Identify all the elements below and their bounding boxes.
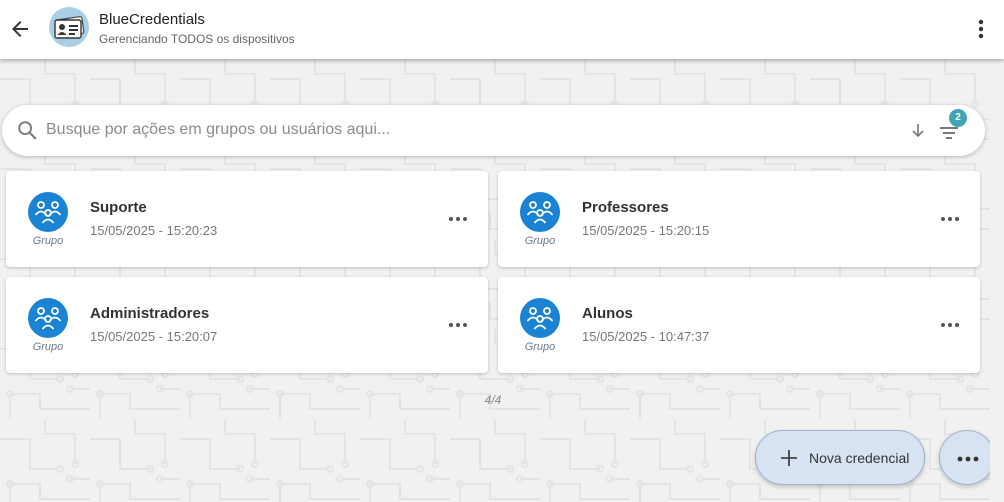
overflow-menu-button[interactable]	[970, 16, 992, 42]
group-type-label: Grupo	[32, 341, 64, 353]
scrollbar[interactable]	[990, 59, 1004, 502]
arrow-down-icon[interactable]	[908, 121, 928, 141]
group-date: 15/05/2025 - 15:20:15	[582, 223, 710, 238]
group-avatar	[520, 298, 560, 338]
app-bar: BlueCredentials Gerenciando TODOS os dis…	[0, 0, 1004, 59]
group-card[interactable]: Grupo Suporte 15/05/2025 - 15:20:23	[6, 171, 488, 267]
group-avatar	[520, 192, 560, 232]
more-horiz-icon[interactable]	[938, 317, 962, 333]
group-date: 15/05/2025 - 10:47:37	[582, 329, 710, 344]
group-type-label: Grupo	[524, 341, 556, 353]
more-vert-icon	[978, 19, 984, 39]
group-name: Suporte	[90, 199, 147, 216]
new-credential-label: Nova credencial	[809, 450, 910, 466]
app-subtitle: Gerenciando TODOS os dispositivos	[99, 32, 295, 46]
group-name: Professores	[582, 199, 669, 216]
pagination-count: 4/4	[484, 393, 502, 407]
group-icon	[34, 201, 62, 224]
filter-count-badge: 2	[949, 109, 967, 127]
group-card[interactable]: Grupo Alunos 15/05/2025 - 10:47:37	[498, 277, 980, 373]
app-title: BlueCredentials	[99, 11, 205, 28]
group-icon	[526, 307, 554, 330]
group-type-label: Grupo	[32, 235, 64, 247]
group-date: 15/05/2025 - 15:20:07	[90, 329, 218, 344]
group-name: Administradores	[90, 305, 210, 322]
more-horiz-icon[interactable]	[446, 211, 470, 227]
group-icon	[34, 307, 62, 330]
search-bar	[2, 105, 985, 156]
group-type-label: Grupo	[524, 235, 556, 247]
group-date: 15/05/2025 - 15:20:23	[90, 223, 218, 238]
arrow-left-icon	[12, 21, 28, 37]
search-icon	[18, 121, 37, 140]
back-button[interactable]	[8, 17, 32, 41]
more-actions-button[interactable]	[939, 430, 995, 485]
more-horiz-icon	[957, 456, 979, 462]
group-card[interactable]: Grupo Professores 15/05/2025 - 15:20:15	[498, 171, 980, 267]
search-input[interactable]	[46, 117, 886, 143]
more-horiz-icon[interactable]	[938, 211, 962, 227]
group-name: Alunos	[582, 305, 633, 322]
app-logo	[49, 7, 89, 47]
id-card-icon	[54, 16, 85, 39]
group-card[interactable]: Grupo Administradores 15/05/2025 - 15:20…	[6, 277, 488, 373]
plus-icon	[781, 450, 797, 466]
group-avatar	[28, 298, 68, 338]
group-icon	[526, 201, 554, 224]
new-credential-button[interactable]: Nova credencial	[755, 430, 925, 485]
more-horiz-icon[interactable]	[446, 317, 470, 333]
group-avatar	[28, 192, 68, 232]
